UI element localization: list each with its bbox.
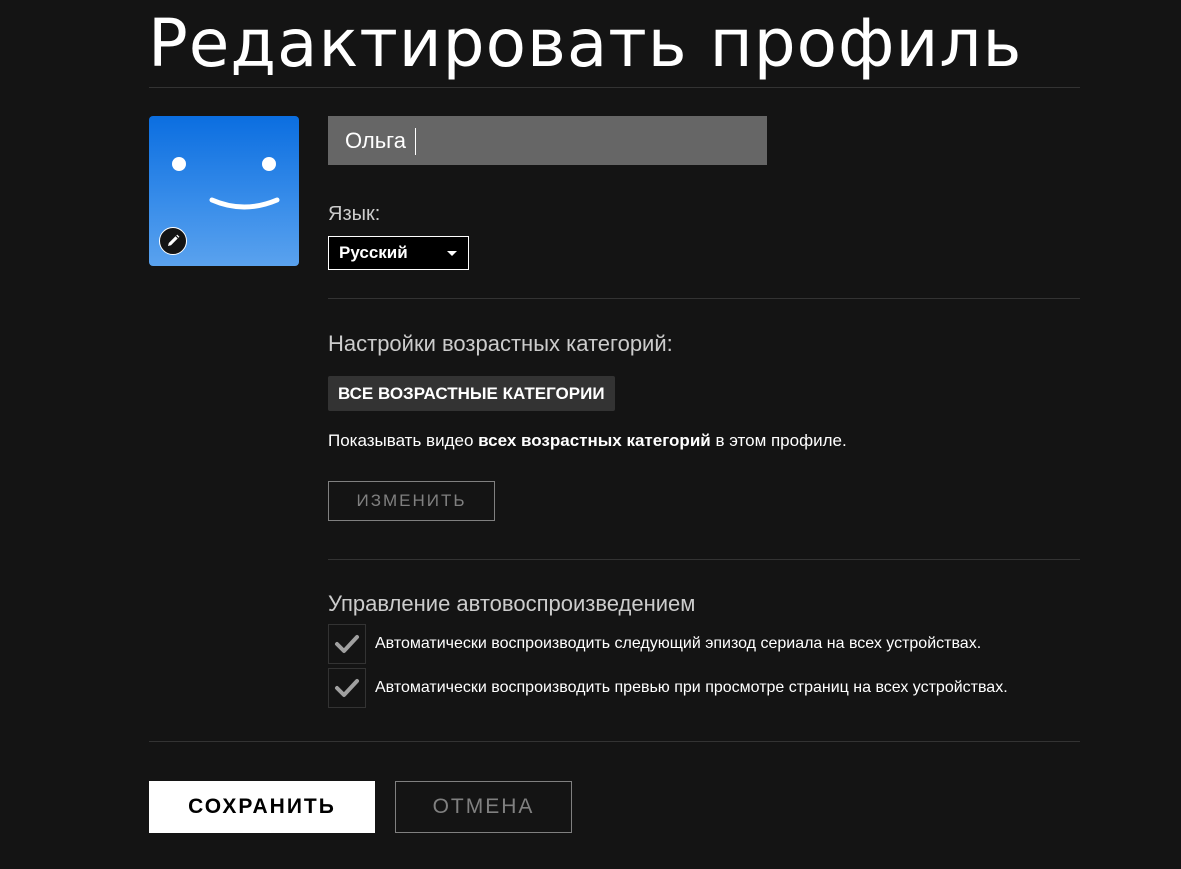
checkmark-icon — [335, 635, 359, 653]
title-divider — [149, 87, 1080, 88]
autoplay-next-episode-checkbox[interactable] — [328, 624, 366, 664]
caret-down-icon — [447, 251, 457, 256]
save-button[interactable]: СОХРАНИТЬ — [149, 781, 375, 833]
edit-profile-page: Редактировать профиль Язык: Русский Наст… — [0, 0, 1181, 869]
text-cursor — [415, 128, 416, 155]
maturity-description-bold: всех возрастных категорий — [478, 431, 711, 450]
pencil-icon[interactable] — [159, 227, 187, 255]
autoplay-heading: Управление автовоспроизведением — [328, 591, 696, 616]
checkmark-icon — [335, 679, 359, 697]
autoplay-next-episode-option: Автоматически воспроизводить следующий э… — [328, 624, 981, 664]
edit-maturity-button[interactable]: ИЗМЕНИТЬ — [328, 481, 495, 521]
actions-divider — [149, 741, 1080, 742]
profile-avatar[interactable] — [149, 116, 299, 266]
maturity-description: Показывать видео всех возрастных категор… — [328, 431, 847, 451]
autoplay-previews-option: Автоматически воспроизводить превью при … — [328, 668, 1008, 708]
autoplay-next-episode-label: Автоматически воспроизводить следующий э… — [375, 635, 982, 652]
section-divider-maturity — [328, 559, 1080, 560]
maturity-description-suffix: в этом профиле. — [710, 431, 847, 450]
maturity-description-prefix: Показывать видео — [328, 431, 479, 450]
maturity-badge: ВСЕ ВОЗРАСТНЫЕ КАТЕГОРИИ — [328, 376, 615, 411]
language-select[interactable]: Русский — [328, 236, 469, 270]
cancel-button[interactable]: ОТМЕНА — [395, 781, 572, 833]
autoplay-previews-checkbox[interactable] — [328, 668, 366, 708]
language-label: Язык: — [328, 203, 381, 225]
section-divider-language — [328, 298, 1080, 299]
maturity-heading: Настройки возрастных категорий: — [328, 331, 673, 356]
language-selected-value: Русский — [339, 243, 408, 262]
autoplay-previews-label: Автоматически воспроизводить превью при … — [375, 679, 1008, 696]
page-title: Редактировать профиль — [148, 5, 1023, 82]
profile-name-input[interactable] — [328, 116, 767, 165]
